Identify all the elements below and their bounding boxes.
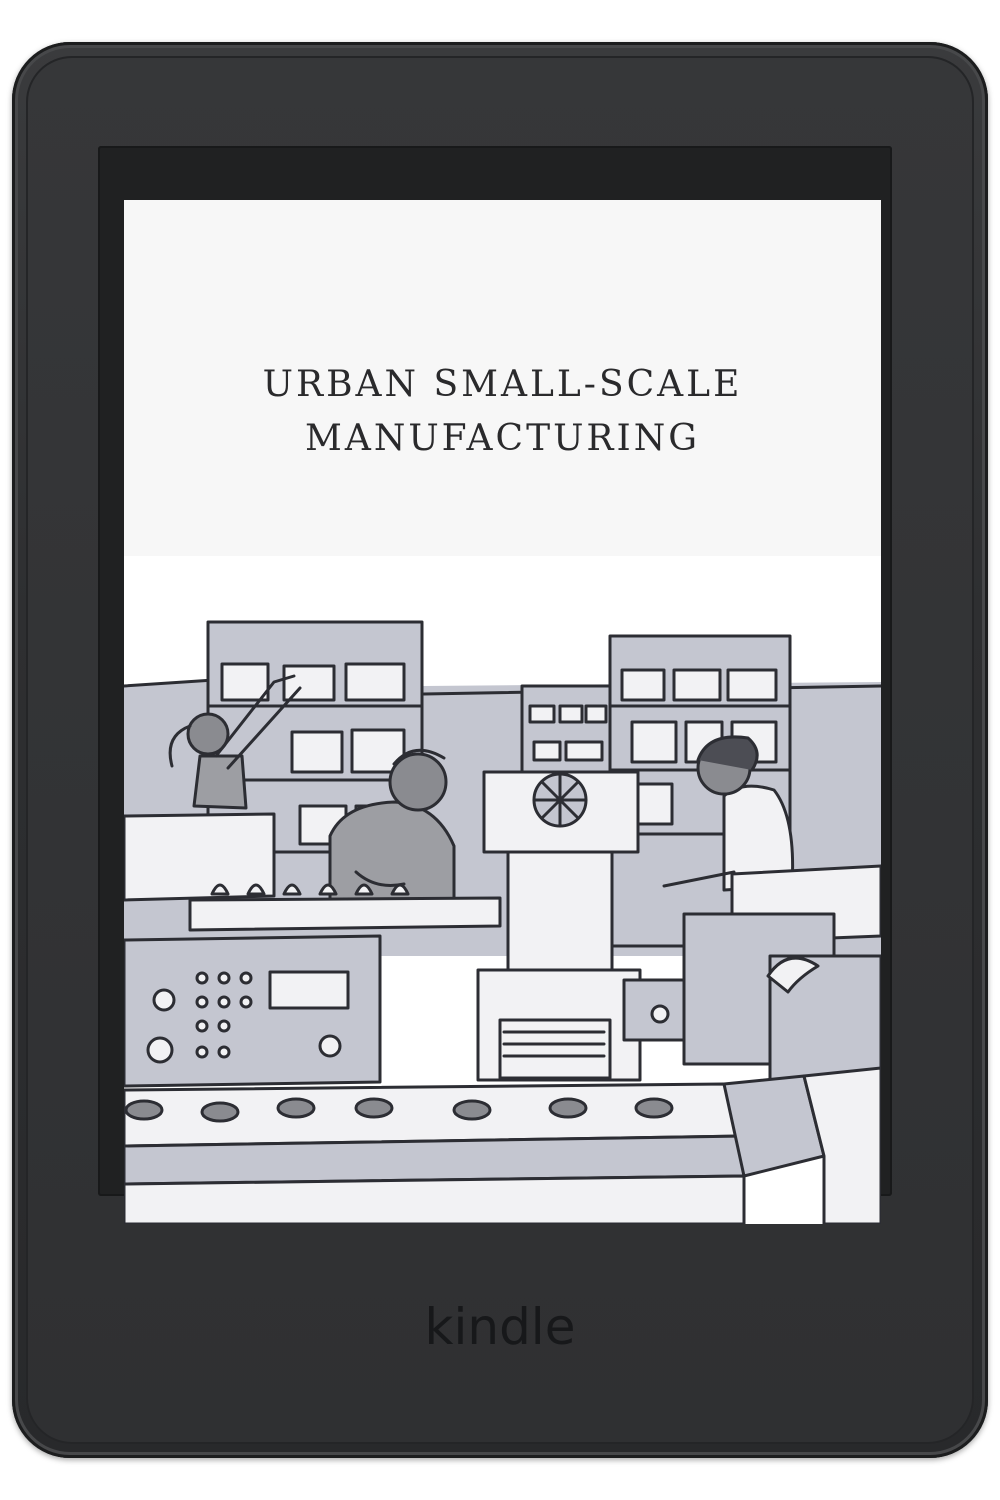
- cover-illustration: [124, 556, 881, 1224]
- book-title-line-2: MANUFACTURING: [304, 418, 701, 459]
- conveyor-belt: [124, 1066, 881, 1224]
- cover-title-area: URBAN SMALL-SCALE MANUFACTURING: [124, 200, 881, 556]
- control-panel: [124, 934, 382, 1088]
- workshop-illustration: [124, 620, 881, 1224]
- kindle-logo: kindle: [424, 1298, 576, 1356]
- ereader-screen: URBAN SMALL-SCALE MANUFACTURING: [124, 200, 881, 1224]
- book-title: URBAN SMALL-SCALE MANUFACTURING: [124, 358, 881, 466]
- book-title-line-1: URBAN SMALL-SCALE: [262, 364, 743, 405]
